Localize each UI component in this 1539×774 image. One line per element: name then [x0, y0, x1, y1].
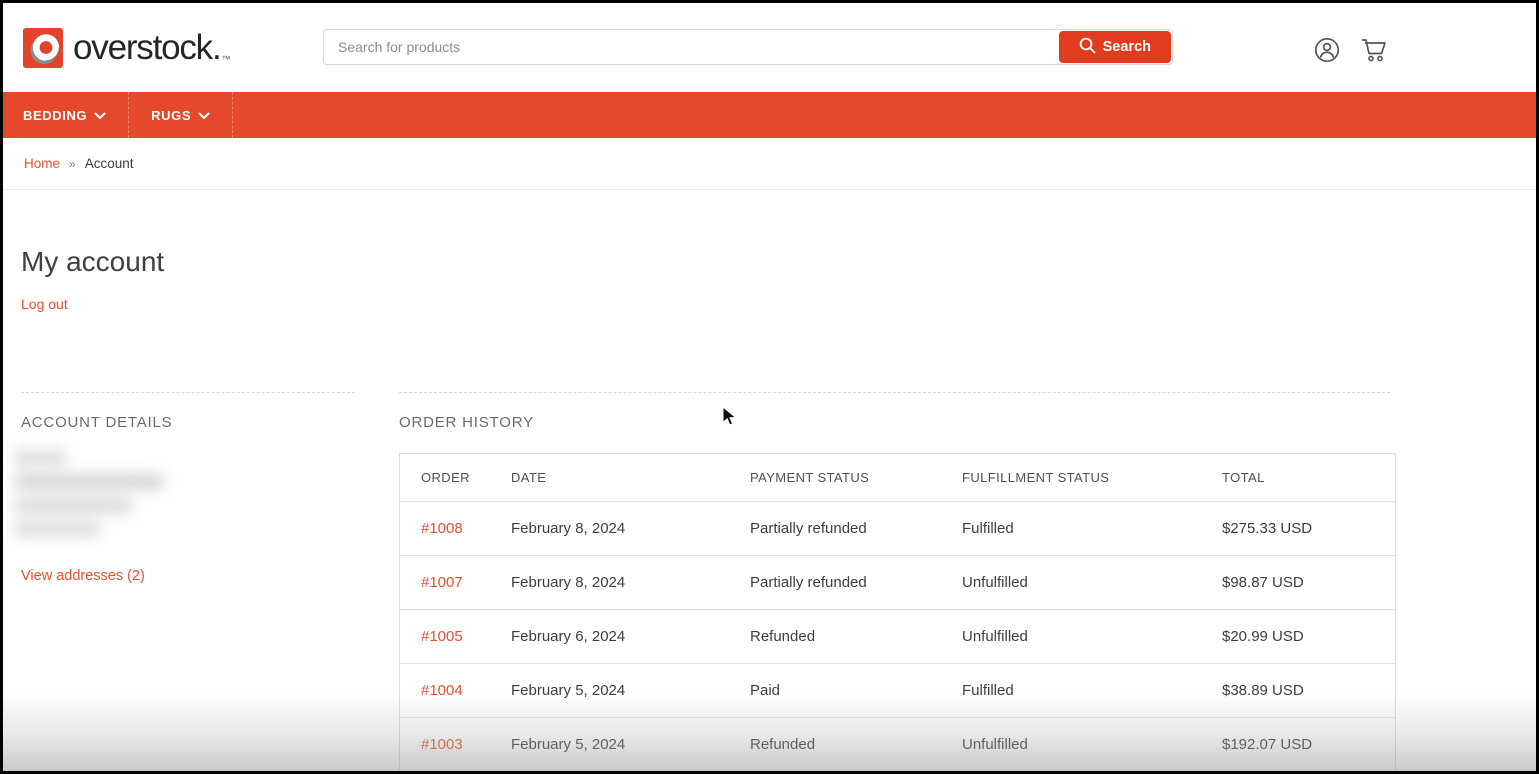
section-divider	[399, 392, 1390, 393]
order-total: $38.89 USD	[1222, 682, 1395, 699]
column-header-date: DATE	[511, 470, 750, 485]
breadcrumb: Home » Account	[3, 138, 1536, 190]
order-total: $98.87 USD	[1222, 574, 1395, 591]
order-number-link[interactable]: #1005	[421, 628, 463, 645]
category-navbar: BEDDING RUGS	[3, 92, 1536, 138]
site-header: overstock. ™ Search	[3, 3, 1536, 92]
redacted-line	[14, 522, 100, 536]
column-header-payment-status: PAYMENT STATUS	[750, 470, 962, 485]
column-header-total: TOTAL	[1222, 470, 1395, 485]
table-row: #1007 February 8, 2024 Partially refunde…	[400, 555, 1395, 609]
view-addresses-link[interactable]: View addresses (2)	[21, 568, 145, 584]
breadcrumb-home-link[interactable]: Home	[24, 156, 60, 171]
search-bar: Search	[323, 29, 1173, 65]
account-icon[interactable]	[1314, 37, 1340, 68]
table-row: #1003 February 5, 2024 Refunded Unfulfil…	[400, 717, 1395, 771]
payment-status: Paid	[750, 682, 962, 699]
search-input[interactable]	[324, 30, 1058, 64]
table-header-row: ORDER DATE PAYMENT STATUS FULFILLMENT ST…	[400, 454, 1395, 501]
fulfillment-status: Unfulfilled	[962, 736, 1222, 753]
redacted-line	[14, 474, 164, 489]
page-title: My account	[21, 246, 164, 278]
redacted-line	[14, 451, 66, 465]
section-divider	[21, 392, 355, 393]
table-row: #1008 February 8, 2024 Partially refunde…	[400, 501, 1395, 555]
payment-status: Partially refunded	[750, 520, 962, 537]
account-page: overstock. ™ Search	[0, 0, 1539, 774]
header-actions	[1314, 36, 1388, 68]
search-button[interactable]: Search	[1059, 31, 1171, 63]
logo-trademark: ™	[222, 54, 231, 64]
order-date: February 8, 2024	[511, 520, 750, 537]
account-details-heading: ACCOUNT DETAILS	[21, 414, 172, 431]
table-row: #1004 February 5, 2024 Paid Fulfilled $3…	[400, 663, 1395, 717]
cart-icon[interactable]	[1360, 36, 1388, 68]
logout-link[interactable]: Log out	[21, 296, 68, 312]
chevron-down-icon	[94, 111, 106, 120]
order-total: $192.07 USD	[1222, 736, 1395, 753]
mouse-cursor-icon	[722, 406, 738, 433]
order-date: February 5, 2024	[511, 682, 750, 699]
search-button-label: Search	[1103, 39, 1151, 55]
order-number-link[interactable]: #1007	[421, 574, 463, 591]
redacted-line	[14, 498, 132, 513]
redacted-address-block	[14, 451, 182, 545]
breadcrumb-separator: »	[69, 157, 76, 171]
order-total: $20.99 USD	[1222, 628, 1395, 645]
order-history-table: ORDER DATE PAYMENT STATUS FULFILLMENT ST…	[399, 453, 1396, 774]
order-number-link[interactable]: #1004	[421, 682, 463, 699]
chevron-down-icon	[198, 111, 210, 120]
order-total: $275.33 USD	[1222, 520, 1395, 537]
overstock-logo-mark-icon	[23, 28, 64, 69]
payment-status: Refunded	[750, 736, 962, 753]
logo-wordmark: overstock.	[73, 28, 221, 68]
nav-item-label: BEDDING	[23, 108, 87, 123]
breadcrumb-current: Account	[85, 156, 134, 171]
fulfillment-status: Unfulfilled	[962, 628, 1222, 645]
order-history-heading: ORDER HISTORY	[399, 414, 534, 431]
nav-item-bedding[interactable]: BEDDING	[23, 92, 129, 138]
order-number-link[interactable]: #1003	[421, 736, 463, 753]
column-header-order: ORDER	[421, 470, 511, 485]
column-header-fulfillment-status: FULFILLMENT STATUS	[962, 470, 1222, 485]
nav-item-rugs[interactable]: RUGS	[151, 92, 233, 138]
overstock-logo[interactable]: overstock. ™	[23, 28, 231, 69]
search-icon	[1079, 37, 1096, 58]
fulfillment-status: Fulfilled	[962, 520, 1222, 537]
nav-item-label: RUGS	[151, 108, 191, 123]
payment-status: Refunded	[750, 628, 962, 645]
order-number-link[interactable]: #1008	[421, 520, 463, 537]
table-row: #1005 February 6, 2024 Refunded Unfulfil…	[400, 609, 1395, 663]
order-date: February 5, 2024	[511, 736, 750, 753]
order-date: February 6, 2024	[511, 628, 750, 645]
fulfillment-status: Unfulfilled	[962, 574, 1222, 591]
order-date: February 8, 2024	[511, 574, 750, 591]
fulfillment-status: Fulfilled	[962, 682, 1222, 699]
payment-status: Partially refunded	[750, 574, 962, 591]
